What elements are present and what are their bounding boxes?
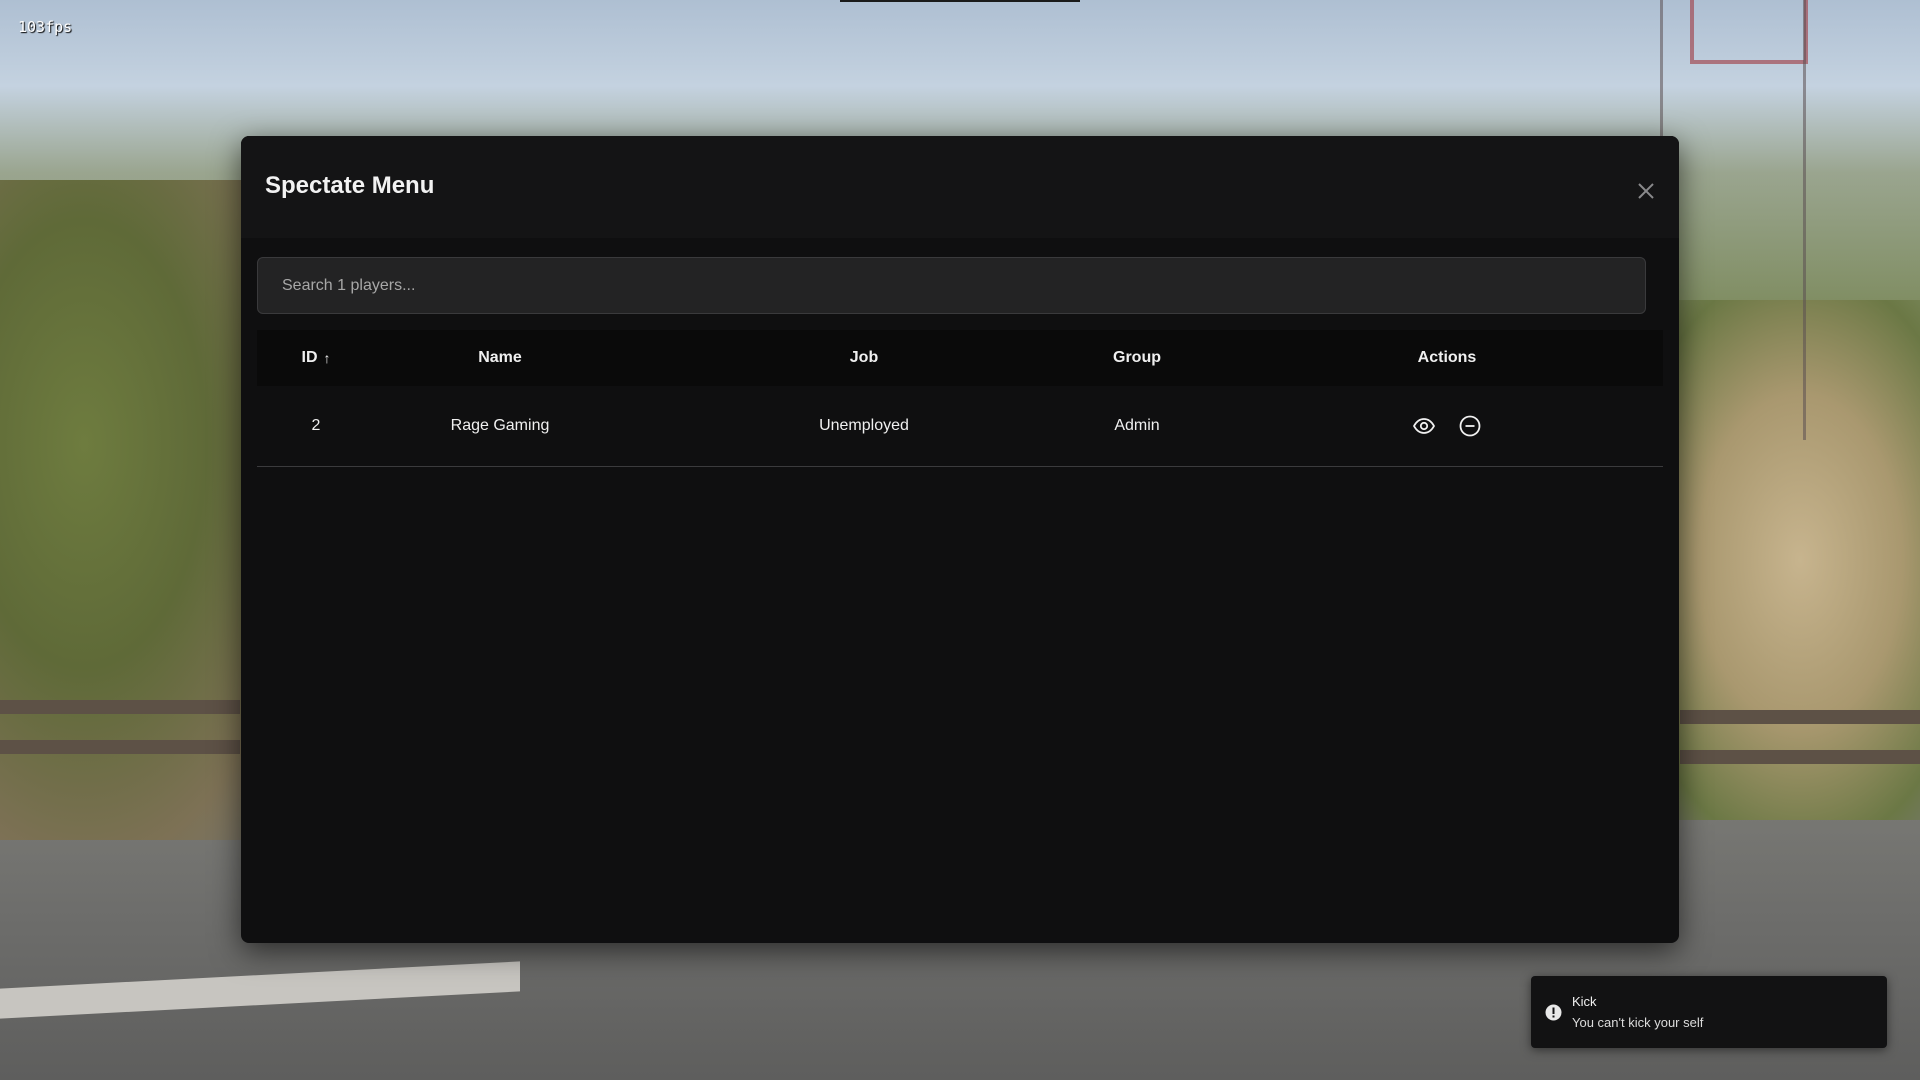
alert-circle-icon <box>1545 1004 1562 1021</box>
column-header-group: Group <box>1113 349 1161 366</box>
fence-right <box>1680 710 1920 724</box>
column-header-actions: Actions <box>1417 349 1477 366</box>
sort-ascending-icon: ↑ <box>323 350 331 366</box>
fps-counter: 103fps <box>18 18 73 36</box>
modal-header: Spectate Menu <box>241 136 1679 238</box>
players-table: ID ↑ Name Job Group Actions 2 Rage Gamin… <box>257 330 1663 467</box>
player-name: Rage Gaming <box>450 417 550 434</box>
search-input[interactable] <box>257 257 1646 314</box>
toast-title: Kick <box>1572 994 1597 1009</box>
column-header-name: Name <box>478 349 522 366</box>
column-header-id-label: ID <box>301 349 318 366</box>
watch-tower <box>1660 0 1806 440</box>
table-row: 2 Rage Gaming Unemployed Admin <box>257 386 1663 467</box>
modal-title: Spectate Menu <box>265 172 435 199</box>
player-job: Unemployed <box>819 417 909 434</box>
close-icon[interactable] <box>1635 180 1657 202</box>
spectate-menu-modal: Spectate Menu ID ↑ Name Job Group Action… <box>241 136 1679 943</box>
minus-circle-icon[interactable] <box>1458 414 1482 438</box>
row-actions <box>1357 386 1537 466</box>
top-bar-line <box>840 0 1080 2</box>
column-header-job: Job <box>849 349 879 366</box>
road-marking <box>0 961 520 1019</box>
player-id: 2 <box>311 417 321 434</box>
eye-icon[interactable] <box>1412 414 1436 438</box>
table-header: ID ↑ Name Job Group Actions <box>257 330 1663 386</box>
toast-message: You can't kick your self <box>1572 1015 1704 1030</box>
notification-toast: Kick You can't kick your self <box>1531 976 1887 1048</box>
player-group: Admin <box>1114 417 1160 434</box>
fence-left <box>0 700 240 714</box>
column-header-id[interactable]: ID ↑ <box>257 330 375 386</box>
